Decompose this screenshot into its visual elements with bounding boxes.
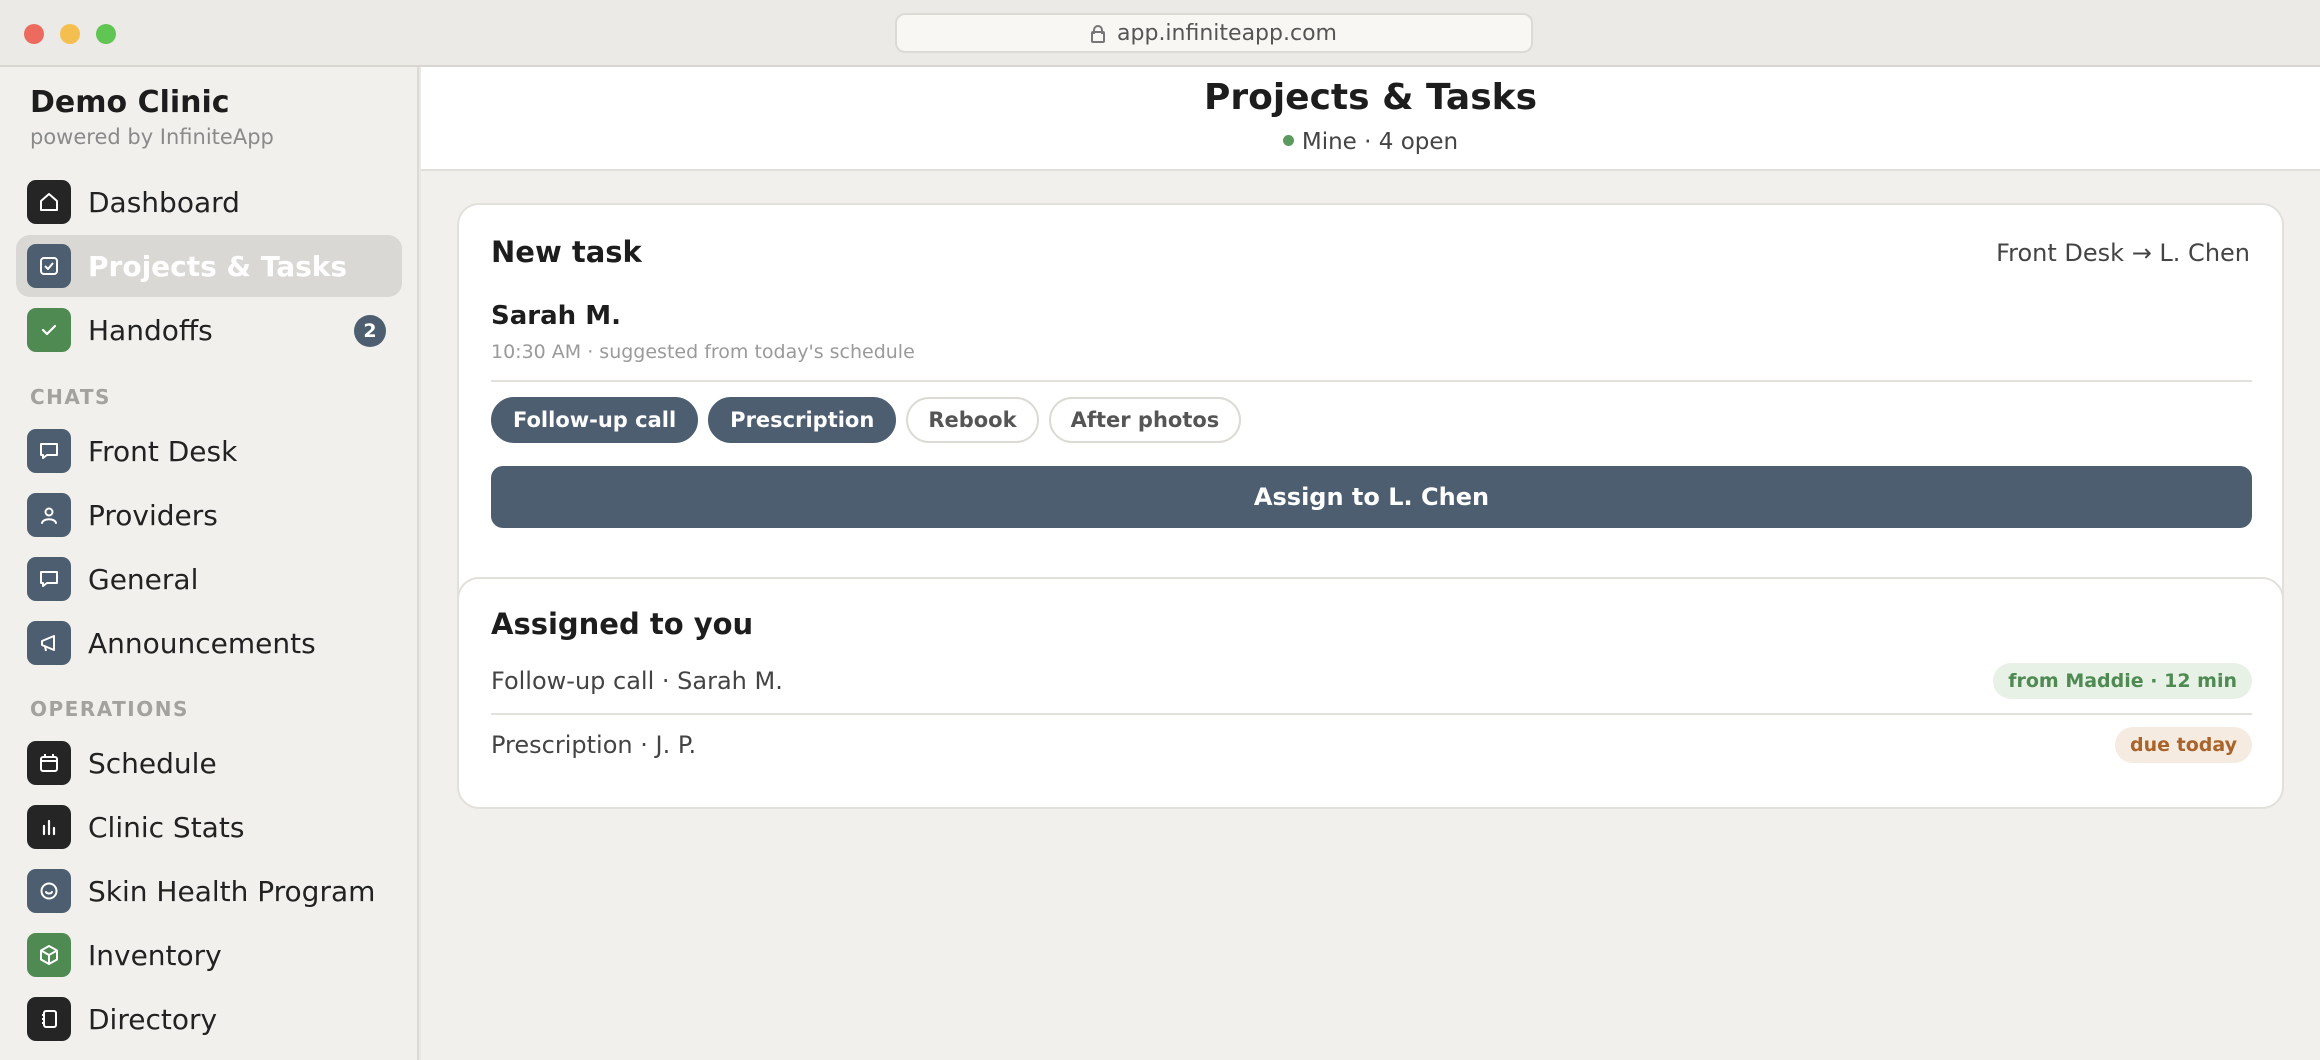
assigned-card: Assigned to you Follow-up call · Sarah M… [457,577,2284,809]
bar-chart-icon [27,805,71,849]
task-route: Front Desk → L. Chen [1996,239,2250,267]
brand-title: Demo Clinic [30,85,230,120]
open-count-text: Mine · 4 open [1301,129,1459,155]
browser-titlebar: app.infiniteapp.com [0,0,2320,67]
status-dot [1282,135,1294,146]
smile-icon [27,869,71,913]
task-type-chips: Follow-up call Prescription Rebook After… [491,397,1242,443]
sidebar-item-label: Directory [88,1002,218,1036]
task-tag: from Maddie · 12 min [1993,663,2252,699]
chats-section-label: CHATS [30,385,111,409]
sidebar-item-label: Schedule [88,746,217,780]
page-subtitle: Mine · 4 open [421,129,2320,155]
new-task-card: New task Front Desk → L. Chen Sarah M. 1… [457,203,2284,624]
sidebar-item-inventory[interactable]: Inventory [16,924,402,986]
chat-bubble-icon [27,557,71,601]
sidebar-item-label: Front Desk [88,434,238,468]
sidebar-item-directory[interactable]: Directory [16,988,402,1050]
main-content: Projects & Tasks Mine · 4 open New task … [421,67,2320,1060]
sidebar-item-handoffs[interactable]: Handoffs 2 [16,299,402,361]
divider [491,380,2252,382]
handoffs-count-badge: 2 [354,315,386,347]
megaphone-icon [27,621,71,665]
chip-follow-up-call[interactable]: Follow-up call [491,397,699,443]
app-window: app.infiniteapp.com Demo Clinic powered … [0,0,2320,1060]
sidebar-item-label: Announcements [88,626,316,660]
sidebar-item-label: Inventory [88,938,222,972]
sidebar-item-clinic-stats[interactable]: Clinic Stats [16,796,402,858]
sidebar-item-label: Clinic Stats [88,810,245,844]
minimize-window-button[interactable] [60,24,80,44]
sidebar-item-front-desk[interactable]: Front Desk [16,420,402,482]
url-text: app.infiniteapp.com [1117,20,1337,46]
operations-section-label: OPERATIONS [30,697,189,721]
task-label: Prescription · J. P. [491,731,697,759]
task-row[interactable]: Follow-up call · Sarah M. from Maddie · … [491,657,2252,707]
maximize-window-button[interactable] [96,24,116,44]
sidebar-item-announcements[interactable]: Announcements [16,612,402,674]
task-row[interactable]: Prescription · J. P. due today [491,721,2252,771]
sidebar-item-label: Handoffs [88,313,213,347]
task-label: Follow-up call · Sarah M. [491,667,783,695]
sidebar-item-schedule[interactable]: Schedule [16,732,402,794]
divider [491,713,2252,715]
chip-prescription[interactable]: Prescription [708,397,897,443]
assigned-title: Assigned to you [491,607,754,641]
home-icon [27,180,71,224]
checkbox-icon [27,244,71,288]
sidebar-item-label: General [88,562,199,596]
book-icon [27,997,71,1041]
new-task-title: New task [491,235,642,269]
sidebar-item-dashboard[interactable]: Dashboard [16,171,402,233]
sidebar-item-label: Providers [88,498,218,532]
calendar-icon [27,741,71,785]
sidebar-item-label: Dashboard [88,185,240,219]
chip-rebook[interactable]: Rebook [906,397,1039,443]
check-icon [27,308,71,352]
close-window-button[interactable] [24,24,44,44]
patient-meta: 10:30 AM · suggested from today's schedu… [491,341,915,363]
sidebar-item-label: Skin Health Program [88,874,376,908]
person-icon [27,493,71,537]
assign-button[interactable]: Assign to L. Chen [491,466,2252,528]
patient-name: Sarah M. [491,301,621,331]
sidebar-item-skin-health-program[interactable]: Skin Health Program [16,860,402,922]
chip-after-photos[interactable]: After photos [1048,397,1242,443]
page-header: Projects & Tasks Mine · 4 open [421,67,2320,171]
lock-icon [1091,25,1106,43]
address-bar[interactable]: app.infiniteapp.com [895,13,1533,53]
sidebar-item-providers[interactable]: Providers [16,484,402,546]
task-tag: due today [2115,727,2252,763]
page-title: Projects & Tasks [1203,77,1538,118]
sidebar-item-label: Projects & Tasks [88,249,348,283]
sidebar: Demo Clinic powered by InfiniteApp Dashb… [0,67,419,1060]
box-icon [27,933,71,977]
brand-subtitle: powered by InfiniteApp [30,125,274,149]
chat-bubble-icon [27,429,71,473]
sidebar-item-general[interactable]: General [16,548,402,610]
sidebar-item-projects-tasks[interactable]: Projects & Tasks [16,235,402,297]
